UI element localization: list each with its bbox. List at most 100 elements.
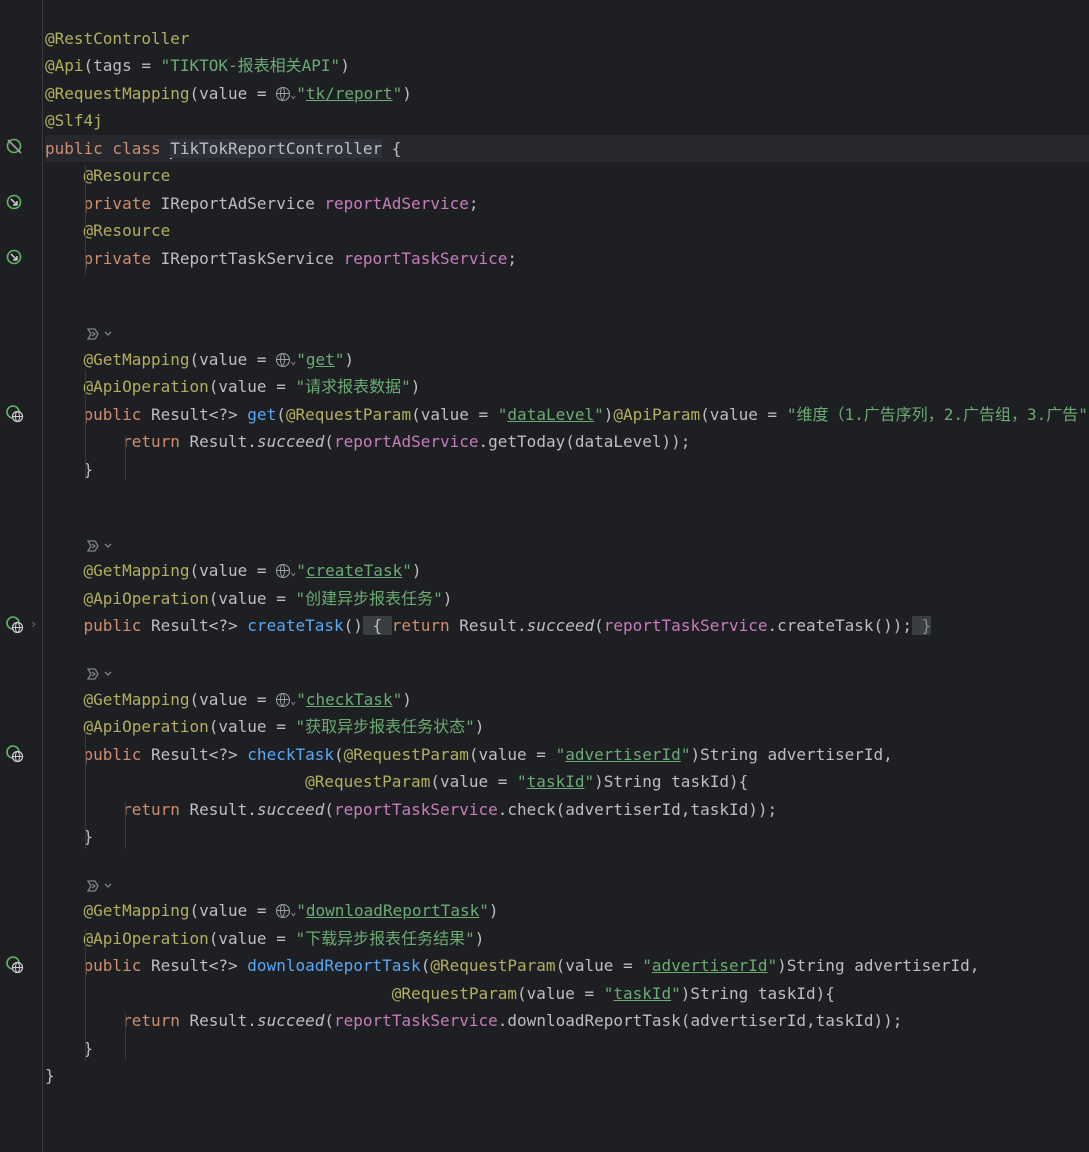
ai-assistant-icon[interactable]	[85, 878, 115, 892]
code-token: (	[276, 405, 286, 424]
code-token: .createTask());	[767, 616, 913, 635]
web-endpoint-icon[interactable]	[5, 744, 25, 764]
code-line[interactable]: private IReportTaskService reportTaskSer…	[45, 245, 1089, 272]
code-line[interactable]: public Result<?> checkTask(@RequestParam…	[45, 741, 1089, 768]
code-token: (value =	[189, 901, 277, 920]
code-line[interactable]: @Api(tags = "TIKTOK-报表相关API")	[45, 52, 1089, 79]
code-line[interactable]: @Slf4j	[45, 107, 1089, 134]
code-line[interactable]: @ApiOperation(value = "下载异步报表任务结果")	[45, 925, 1089, 952]
code-token: public	[83, 616, 151, 635]
code-token: )	[340, 56, 350, 75]
code-token: (value =	[411, 405, 498, 424]
code-token: ;	[468, 194, 479, 213]
web-endpoint-icon[interactable]	[5, 404, 25, 424]
code-line[interactable]: return Result.succeed(reportTaskService.…	[45, 796, 1089, 823]
code-token: @RequestParam	[305, 772, 431, 791]
code-token: )	[344, 350, 355, 369]
fold-arrow-icon[interactable]: ›	[30, 617, 37, 631]
code-line[interactable]: }	[45, 1035, 1089, 1062]
code-token: (	[324, 432, 335, 451]
code-line[interactable]: @RestController	[45, 25, 1089, 52]
code-token: reportTaskService	[334, 800, 498, 819]
code-line[interactable]: @ApiOperation(value = "获取异步报表任务状态")	[45, 713, 1089, 740]
code-token: "	[680, 745, 691, 764]
spring-bean-link-icon[interactable]	[5, 248, 25, 268]
code-line[interactable]: }	[45, 456, 1089, 483]
code-line[interactable]: @RequestParam(value = "taskId")String ta…	[45, 980, 1089, 1007]
code-token: )String taskId){	[594, 772, 749, 791]
code-line[interactable]: private IReportAdService reportAdService…	[45, 190, 1089, 217]
code-token: tk/report	[305, 84, 393, 103]
code-line[interactable]: @ApiOperation(value = "创建异步报表任务")	[45, 585, 1089, 612]
code-token: "	[642, 956, 652, 975]
code-line[interactable]: @ApiOperation(value = "请求报表数据")	[45, 373, 1089, 400]
code-token: public	[83, 405, 151, 424]
code-token: reportTaskService	[343, 249, 508, 268]
code-token: succeed	[526, 616, 595, 635]
code-token: (value =	[468, 745, 556, 764]
code-token: dataLevel	[507, 405, 595, 424]
code-token: public	[83, 745, 151, 764]
code-token[interactable]: }	[912, 616, 932, 635]
code-token: )	[411, 561, 422, 580]
code-line[interactable]: public Result<?> downloadReportTask(@Req…	[45, 952, 1089, 979]
code-token: .check(advertiserId,taskId));	[497, 800, 778, 819]
web-endpoint-icon[interactable]	[5, 615, 25, 635]
code-line[interactable]: return Result.succeed(reportTaskService.…	[45, 1007, 1089, 1034]
code-line[interactable]: @GetMapping(value = ⌄"createTask")	[45, 557, 1089, 584]
spring-bean-link-icon[interactable]	[5, 193, 25, 213]
web-endpoint-icon[interactable]	[5, 955, 25, 975]
ai-assistant-icon[interactable]	[85, 326, 115, 340]
code-token[interactable]: {	[362, 616, 392, 635]
code-token: reportTaskService	[334, 1011, 498, 1030]
code-token: (value =	[517, 984, 604, 1003]
code-token: get	[305, 350, 335, 369]
code-token: (value =	[189, 561, 277, 580]
web-globe-icon[interactable]: ⌄	[276, 561, 296, 580]
code-line[interactable]: @RequestMapping(value = ⌄"tk/report")	[45, 80, 1089, 107]
code-token: )	[488, 901, 499, 920]
code-token: (	[334, 745, 344, 764]
web-globe-icon[interactable]: ⌄	[276, 690, 296, 709]
code-token: public	[83, 956, 151, 975]
web-globe-icon[interactable]: ⌄	[276, 350, 296, 369]
globe-icon	[276, 564, 291, 578]
code-line[interactable]: }	[45, 823, 1089, 850]
code-line[interactable]: @GetMapping(value = ⌄"checkTask")	[45, 686, 1089, 713]
code-line[interactable]: public Result<?> get(@RequestParam(value…	[45, 401, 1089, 428]
code-token: "	[296, 901, 306, 920]
code-token: @RequestParam	[285, 405, 412, 424]
code-line[interactable]: @GetMapping(value = ⌄"get")	[45, 346, 1089, 373]
code-token: @GetMapping	[83, 690, 190, 709]
code-token: (value =	[208, 929, 296, 948]
web-globe-icon[interactable]: ⌄	[276, 84, 296, 103]
code-token: downloadReportTask	[305, 901, 480, 920]
code-token: "维度（1.广告序列，2.广告组，3.广告"	[786, 405, 1088, 424]
code-line[interactable]: return Result.succeed(reportAdService.ge…	[45, 428, 1089, 455]
code-line[interactable]: @GetMapping(value = ⌄"downloadReportTask…	[45, 897, 1089, 924]
code-token: (value =	[430, 772, 518, 791]
code-token: "	[402, 561, 412, 580]
code-token: succeed	[256, 432, 325, 451]
code-line[interactable]: @Resource	[45, 162, 1089, 189]
code-line[interactable]: @Resource	[45, 217, 1089, 244]
ai-assistant-icon[interactable]	[85, 538, 115, 552]
code-token: "TIKTOK-报表相关API"	[160, 56, 341, 75]
ai-assistant-icon[interactable]	[85, 666, 115, 680]
web-globe-icon[interactable]: ⌄	[276, 901, 296, 920]
spring-bean-disabled-icon[interactable]	[5, 137, 25, 157]
code-token: Result.	[189, 1011, 257, 1030]
code-editor[interactable]: @RestController @Api(tags = "TIKTOK-报表相关A…	[0, 0, 1089, 1152]
code-line[interactable]: @RequestParam(value = "taskId")String ta…	[45, 768, 1089, 795]
code-line[interactable]: }	[45, 1062, 1089, 1089]
code-line[interactable]: public Result<?> createTask() { return R…	[45, 612, 1089, 639]
code-line[interactable]: public class TikTokReportController {	[45, 135, 1089, 162]
